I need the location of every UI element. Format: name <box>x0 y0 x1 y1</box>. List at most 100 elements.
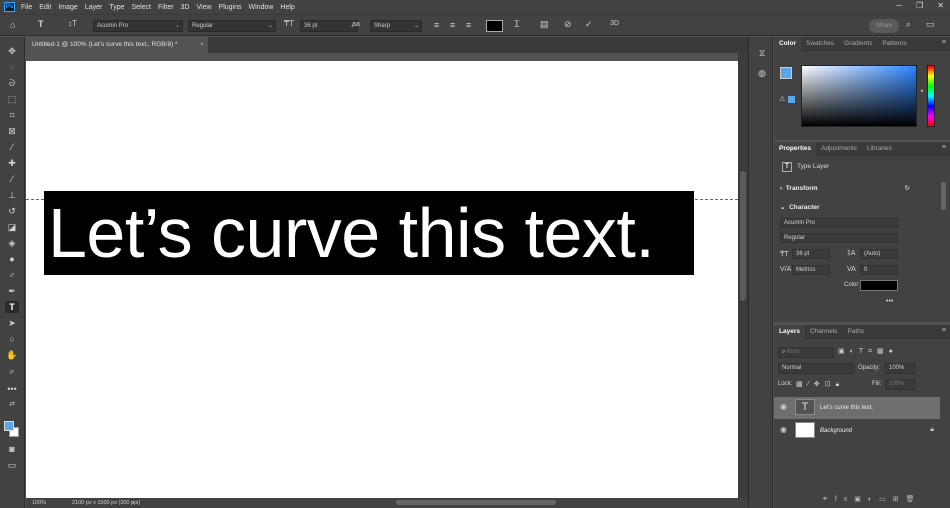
tracking-field[interactable]: 0 <box>860 265 898 275</box>
layer-filter-select[interactable]: ⌕ Kind <box>778 347 834 358</box>
layer-filter-icons[interactable]: ▣◐T⌗▦● <box>838 347 898 356</box>
character-panel-icon[interactable]: ▤ <box>540 19 549 30</box>
warp-text-icon[interactable]: Ꮖ <box>514 19 520 30</box>
paint-bucket-icon[interactable]: ◈ <box>5 237 19 249</box>
canvas-text[interactable]: Let’s curve this text. <box>48 196 655 270</box>
commit-icon[interactable]: ✓ <box>585 19 593 30</box>
blend-mode-select[interactable]: Normal <box>778 363 854 374</box>
menu-select[interactable]: Select <box>132 4 151 11</box>
menu-view[interactable]: View <box>197 4 212 11</box>
menu-plugins[interactable]: Plugins <box>219 4 242 11</box>
pen-tool-icon[interactable]: ✒ <box>5 285 19 297</box>
tab-adjustments[interactable]: Adjustments <box>816 142 862 156</box>
menu-layer[interactable]: Layer <box>85 4 103 11</box>
dodge-tool-icon[interactable]: ♂ <box>5 269 19 281</box>
type-tool-icon[interactable]: T <box>5 301 19 313</box>
menu-filter[interactable]: Filter <box>158 4 174 11</box>
reset-icon[interactable]: ↻ <box>905 182 910 195</box>
menu-edit[interactable]: Edit <box>39 4 51 11</box>
color-field[interactable] <box>801 65 917 127</box>
blur-tool-icon[interactable]: ● <box>5 253 19 265</box>
more-options-icon[interactable]: ••• <box>886 298 893 305</box>
object-selection-tool-icon[interactable]: ⬚ <box>5 93 19 105</box>
character-font-style-select[interactable]: Regular <box>780 233 898 243</box>
character-section[interactable]: ⌄ Character <box>774 201 950 214</box>
horizontal-scrollbar[interactable] <box>396 500 556 505</box>
hue-slider[interactable] <box>927 65 935 127</box>
chevron-right-icon[interactable]: › <box>132 498 134 508</box>
tab-properties[interactable]: Properties <box>774 141 817 156</box>
align-right-icon[interactable]: ≡ <box>466 20 471 30</box>
tab-patterns[interactable]: Patterns <box>877 37 911 51</box>
layer-row-background[interactable]: ◉ Background 🔒︎ <box>774 420 940 442</box>
visibility-eye-icon[interactable]: ◉ <box>780 425 787 434</box>
leading-field[interactable]: (Auto) <box>860 249 898 259</box>
web-safe-color-swatch[interactable] <box>788 96 795 103</box>
healing-brush-icon[interactable]: ✚ <box>5 157 19 169</box>
layer-name[interactable]: Background <box>820 420 852 442</box>
document-canvas[interactable]: Let’s curve this text. <box>26 61 738 498</box>
tab-color[interactable]: Color <box>774 36 801 51</box>
foreground-color[interactable] <box>4 421 14 431</box>
close-icon[interactable]: ✕ <box>937 1 944 10</box>
history-panel-icon[interactable]: ⧖ <box>755 47 769 59</box>
align-left-icon[interactable]: ≡ <box>434 20 439 30</box>
fill-field[interactable]: 100% <box>885 379 915 390</box>
close-icon[interactable]: × <box>200 37 204 53</box>
share-button[interactable]: Share <box>869 19 899 33</box>
character-font-size-field[interactable]: 36 pt <box>792 249 830 259</box>
swap-colors-icon[interactable]: ⇄ <box>5 399 19 411</box>
panel-menu-icon[interactable]: ≡ <box>942 144 946 151</box>
menu-3d[interactable]: 3D <box>181 4 190 11</box>
restore-icon[interactable]: ❐ <box>916 1 923 10</box>
antialias-select[interactable]: Sharp ⌄ <box>370 20 422 32</box>
brush-panel-icon[interactable]: ◍ <box>755 67 769 79</box>
layers-footer-icons[interactable]: ⚭fx▣◐▭⊞🗑︎ <box>822 495 922 503</box>
menu-file[interactable]: File <box>21 4 32 11</box>
home-icon[interactable]: ⌂ <box>10 20 15 30</box>
lasso-tool-icon[interactable]: ᘐ <box>5 77 19 89</box>
layer-name[interactable]: Let’s curve this text. <box>820 397 873 419</box>
menu-type[interactable]: Type <box>109 4 124 11</box>
hand-tool-icon[interactable]: ✋ <box>5 349 19 361</box>
tab-paths[interactable]: Paths <box>842 325 869 339</box>
opacity-field[interactable]: 100% <box>885 363 915 374</box>
path-selection-icon[interactable]: ➤ <box>5 317 19 329</box>
font-family-select[interactable]: Acumin Pro ⌄ <box>93 20 183 32</box>
zoom-tool-icon[interactable]: ⌕ <box>5 365 19 377</box>
menu-image[interactable]: Image <box>58 4 77 11</box>
tab-libraries[interactable]: Libraries <box>862 142 897 156</box>
font-size-select[interactable]: 36 pt ⌄ <box>300 20 358 32</box>
panel-menu-icon[interactable]: ≡ <box>942 39 946 46</box>
move-tool-icon[interactable]: ✥ <box>5 45 19 57</box>
tab-gradients[interactable]: Gradients <box>839 37 877 51</box>
workspace-icon[interactable]: ▭ <box>926 19 935 30</box>
menu-window[interactable]: Window <box>249 4 274 11</box>
search-icon[interactable]: ⌕ <box>906 19 911 30</box>
cancel-icon[interactable]: ⊘ <box>564 19 572 30</box>
menu-help[interactable]: Help <box>280 4 294 11</box>
zoom-level[interactable]: 100% <box>32 498 46 508</box>
more-tools-icon[interactable]: ••• <box>5 383 19 395</box>
crop-tool-icon[interactable]: ⌗ <box>5 109 19 121</box>
marquee-tool-icon[interactable]: ◌ <box>5 61 19 73</box>
brush-tool-icon[interactable]: ⁄ <box>5 173 19 185</box>
canvas-area[interactable]: Let’s curve this text. <box>26 53 748 498</box>
text-orientation-icon[interactable]: ↕T <box>68 19 77 28</box>
eyedropper-tool-icon[interactable]: ⁄ <box>5 141 19 153</box>
kerning-field[interactable]: Metrics <box>792 265 830 275</box>
3d-icon[interactable]: 3D <box>610 20 619 27</box>
quick-mask-icon[interactable]: ◙ <box>5 443 19 455</box>
tab-swatches[interactable]: Swatches <box>801 37 839 51</box>
type-tool-icon[interactable]: T <box>38 19 44 29</box>
frame-tool-icon[interactable]: ⊠ <box>5 125 19 137</box>
align-center-icon[interactable]: ≡ <box>450 20 455 30</box>
stamp-tool-icon[interactable]: ⊥ <box>5 189 19 201</box>
visibility-eye-icon[interactable]: ◉ <box>780 402 787 411</box>
panel-menu-icon[interactable]: ≡ <box>942 327 946 334</box>
tab-channels[interactable]: Channels <box>805 325 842 339</box>
layer-row-text[interactable]: ◉ T Let’s curve this text. <box>774 397 940 419</box>
properties-scrollbar[interactable] <box>941 182 946 210</box>
minimize-icon[interactable]: ─ <box>896 1 902 10</box>
lock-icons[interactable]: ▩⁄✥⊡🔒︎ <box>796 380 844 389</box>
